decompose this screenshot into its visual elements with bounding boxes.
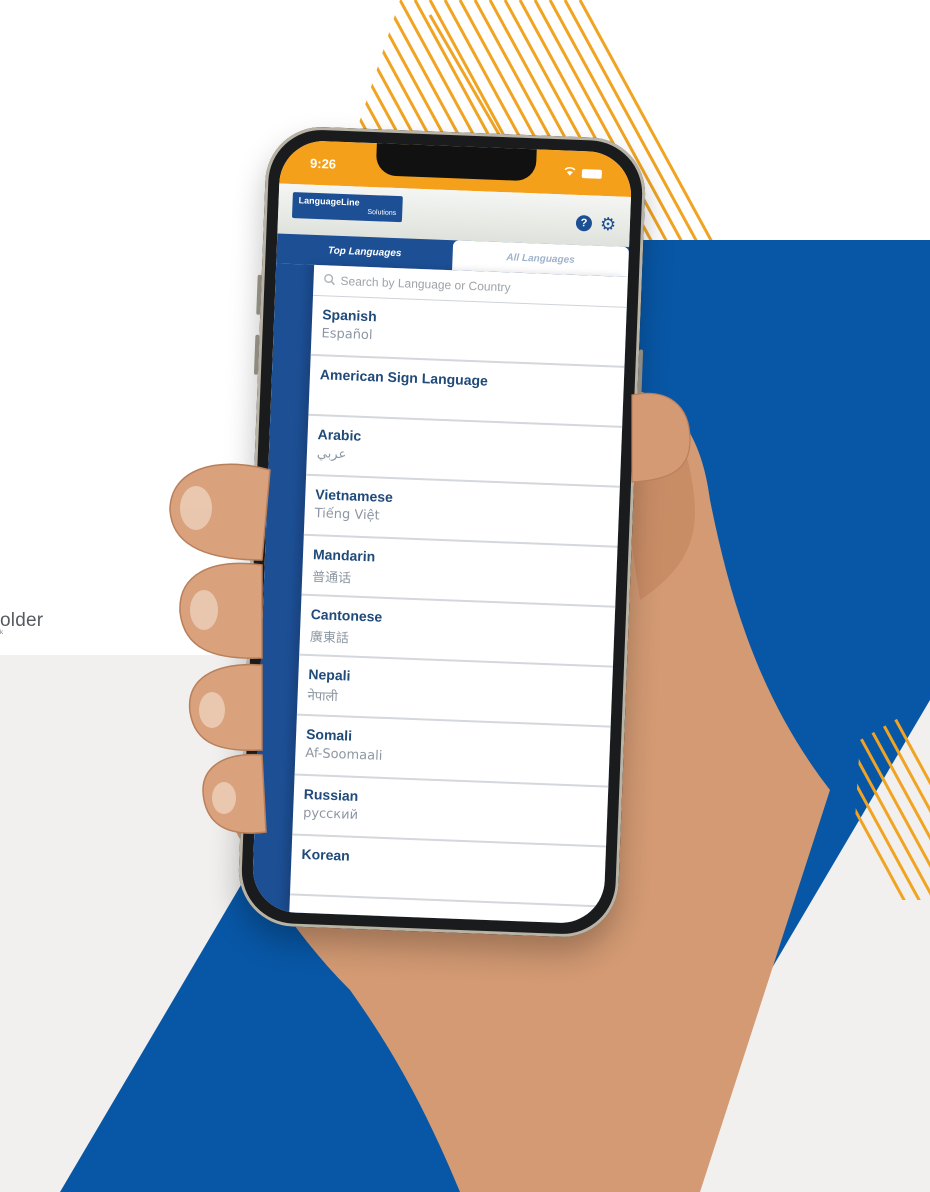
- language-item-korean[interactable]: Korean: [289, 835, 607, 908]
- status-time: 9:26: [309, 155, 337, 172]
- help-icon[interactable]: ?: [575, 214, 593, 232]
- search-icon: [323, 273, 336, 288]
- languageline-logo: LanguageLine Solutions: [291, 192, 403, 223]
- language-name: Korean: [301, 845, 351, 864]
- volume-button: [253, 334, 260, 375]
- gear-icon[interactable]: ⚙: [600, 214, 617, 235]
- cropped-brand-text: older k: [0, 610, 44, 636]
- battery-icon: [581, 168, 603, 179]
- cropped-text-main: older: [0, 610, 44, 631]
- search-input[interactable]: [340, 273, 581, 298]
- language-name: American Sign Language: [319, 366, 489, 389]
- list-area: Spanish Español American Sign Language A…: [251, 263, 628, 925]
- smartphone: 9:26 LanguageLine Solutions ? ⚙ Top Lang…: [236, 125, 648, 939]
- camera-notch: [375, 141, 537, 182]
- volume-button: [256, 274, 262, 315]
- phone-screen: 9:26 LanguageLine Solutions ? ⚙ Top Lang…: [251, 139, 633, 925]
- header-actions: ? ⚙: [575, 214, 617, 235]
- language-list-panel: Spanish Español American Sign Language A…: [289, 264, 628, 925]
- status-icons: [564, 165, 603, 180]
- cropped-text-sub: k: [0, 630, 4, 636]
- wifi-icon: [564, 165, 577, 179]
